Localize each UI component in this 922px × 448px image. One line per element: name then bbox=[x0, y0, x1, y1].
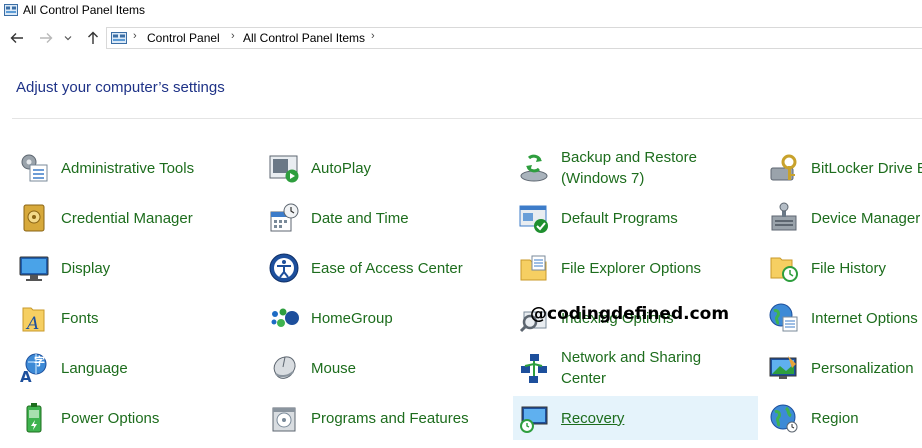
administrative-tools-icon bbox=[21, 154, 48, 182]
item-label: File Explorer Options bbox=[561, 259, 702, 277]
item-label: Programs and Features bbox=[311, 409, 469, 427]
breadcrumb-all-items[interactable]: All Control Panel Items bbox=[243, 31, 365, 45]
programs-features-icon bbox=[272, 407, 296, 432]
power-options-icon bbox=[26, 403, 42, 433]
personalization-icon bbox=[769, 356, 797, 379]
divider bbox=[12, 118, 922, 119]
item-label: Administrative Tools bbox=[61, 159, 195, 177]
region-icon bbox=[770, 404, 798, 433]
internet-options-icon bbox=[769, 303, 798, 332]
item-label: BitLocker Drive E bbox=[811, 159, 922, 177]
item-label: Recovery bbox=[561, 409, 625, 427]
page-heading: Adjust your computer’s settings bbox=[16, 79, 225, 96]
backup-restore-icon bbox=[520, 154, 548, 182]
default-programs-icon bbox=[519, 205, 548, 233]
chevron-down-icon bbox=[64, 36, 72, 41]
item-label: Power Options bbox=[61, 409, 160, 427]
svg-text:A: A bbox=[20, 368, 32, 384]
item-ease-of-access[interactable]: Ease of Access Center bbox=[263, 246, 508, 290]
item-label: Region bbox=[811, 409, 859, 427]
item-personalization[interactable]: Personalization bbox=[763, 346, 922, 390]
item-recovery[interactable]: Recovery bbox=[513, 396, 758, 440]
date-time-icon bbox=[270, 203, 299, 232]
item-display[interactable]: Display bbox=[13, 246, 258, 290]
language-icon: A 字 bbox=[20, 353, 47, 384]
credential-manager-icon bbox=[23, 204, 45, 232]
item-label: Mouse bbox=[311, 359, 357, 377]
item-label: Display bbox=[61, 259, 111, 277]
item-power-options[interactable]: Power Options bbox=[13, 396, 258, 440]
item-internet-options[interactable]: Internet Options bbox=[763, 296, 922, 340]
item-administrative-tools[interactable]: Administrative Tools bbox=[13, 146, 258, 190]
item-label: Ease of Access Center bbox=[311, 259, 463, 277]
item-fonts[interactable]: A Fonts bbox=[13, 296, 258, 340]
item-credential-manager[interactable]: Credential Manager bbox=[13, 196, 258, 240]
forward-button[interactable] bbox=[36, 28, 56, 48]
item-backup-and-restore[interactable]: Backup and Restore (Windows 7) bbox=[513, 146, 758, 190]
network-sharing-icon bbox=[521, 354, 547, 383]
arrow-left-icon bbox=[10, 33, 23, 43]
item-label: Language bbox=[61, 359, 128, 377]
recovery-icon bbox=[520, 406, 548, 433]
item-mouse[interactable]: Mouse bbox=[263, 346, 508, 390]
address-bar[interactable]: › Control Panel › All Control Panel Item… bbox=[106, 27, 922, 49]
window-title: All Control Panel Items bbox=[23, 3, 146, 17]
control-panel-icon bbox=[4, 4, 18, 16]
item-label: Date and Time bbox=[311, 209, 409, 227]
homegroup-icon bbox=[271, 308, 299, 327]
recent-locations-button[interactable] bbox=[61, 28, 75, 48]
breadcrumb-control-panel[interactable]: Control Panel bbox=[147, 31, 220, 45]
item-bitlocker[interactable]: BitLocker Drive E bbox=[763, 146, 922, 190]
ease-of-access-icon bbox=[269, 253, 299, 283]
file-history-icon bbox=[770, 257, 798, 282]
title-bar: All Control Panel Items bbox=[0, 0, 922, 22]
back-button[interactable] bbox=[7, 28, 27, 48]
mouse-icon bbox=[273, 356, 296, 379]
up-button[interactable] bbox=[83, 28, 103, 48]
item-region[interactable]: Region bbox=[763, 396, 922, 440]
fonts-icon: A bbox=[22, 307, 45, 334]
display-icon bbox=[19, 256, 49, 281]
bitlocker-icon bbox=[770, 154, 797, 181]
breadcrumb-separator[interactable]: › bbox=[371, 30, 375, 42]
item-label: AutoPlay bbox=[311, 159, 372, 177]
arrow-right-icon bbox=[40, 33, 53, 43]
item-label: Internet Options bbox=[811, 309, 918, 327]
item-label: HomeGroup bbox=[311, 309, 393, 327]
navigation-bar: › Control Panel › All Control Panel Item… bbox=[0, 27, 922, 51]
item-autoplay[interactable]: AutoPlay bbox=[263, 146, 508, 190]
item-language[interactable]: A 字 Language bbox=[13, 346, 258, 390]
item-homegroup[interactable]: HomeGroup bbox=[263, 296, 508, 340]
item-date-and-time[interactable]: Date and Time bbox=[263, 196, 508, 240]
item-label: Fonts bbox=[61, 309, 99, 327]
item-programs-and-features[interactable]: Programs and Features bbox=[263, 396, 508, 440]
item-label: Network and Sharing Center bbox=[561, 349, 702, 387]
item-label: Device Manager bbox=[811, 209, 921, 227]
item-label: File History bbox=[811, 259, 887, 277]
svg-text:A: A bbox=[25, 314, 39, 334]
item-label: Backup and Restore (Windows 7) bbox=[561, 149, 697, 187]
file-explorer-options-icon bbox=[520, 255, 547, 281]
item-device-manager[interactable]: Device Manager bbox=[763, 196, 922, 240]
breadcrumb-separator[interactable]: › bbox=[231, 30, 235, 42]
item-network-and-sharing[interactable]: Network and Sharing Center bbox=[513, 346, 758, 390]
device-manager-icon bbox=[771, 202, 797, 231]
breadcrumb-separator[interactable]: › bbox=[133, 30, 137, 42]
item-file-explorer-options[interactable]: File Explorer Options bbox=[513, 246, 758, 290]
svg-text:字: 字 bbox=[34, 354, 45, 368]
item-default-programs[interactable]: Default Programs bbox=[513, 196, 758, 240]
arrow-up-icon bbox=[88, 31, 98, 44]
item-label: Personalization bbox=[811, 359, 914, 377]
control-panel-icon bbox=[111, 32, 127, 44]
item-label: Default Programs bbox=[561, 209, 678, 227]
autoplay-icon bbox=[269, 155, 299, 183]
item-label: Credential Manager bbox=[61, 209, 193, 227]
watermark-text: @codingdefined.com bbox=[530, 304, 730, 324]
item-file-history[interactable]: File History bbox=[763, 246, 922, 290]
